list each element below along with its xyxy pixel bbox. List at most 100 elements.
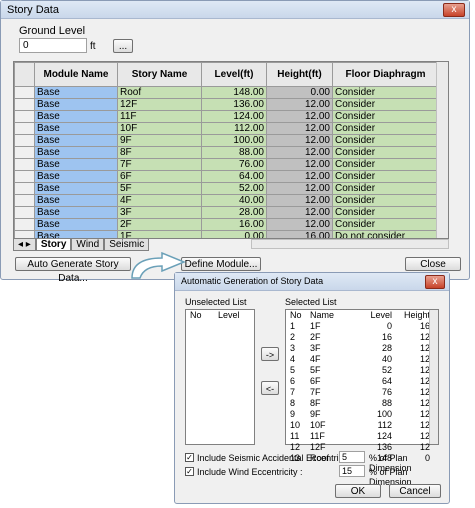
height-cell[interactable]: 12.00 — [266, 206, 333, 219]
story-cell[interactable]: 5F — [117, 182, 202, 195]
height-cell[interactable]: 16.00 — [266, 230, 333, 238]
list-item[interactable]: 4 4F 40 12 — [286, 354, 438, 365]
height-cell[interactable]: 12.00 — [266, 194, 333, 207]
height-cell[interactable]: 12.00 — [266, 170, 333, 183]
table-row[interactable]: Base 2F 16.00 12.00 Consider — [14, 218, 439, 231]
grid-vertical-scrollbar[interactable] — [436, 62, 448, 238]
tab-seismic[interactable]: Seismic — [104, 239, 150, 251]
list-item[interactable]: 8 8F 88 12 — [286, 398, 438, 409]
move-right-button[interactable]: -> — [261, 347, 279, 361]
list-item[interactable]: 6 6F 64 12 — [286, 376, 438, 387]
cancel-button[interactable]: Cancel — [389, 484, 441, 498]
table-row[interactable]: Base 4F 40.00 12.00 Consider — [14, 194, 439, 207]
height-cell[interactable]: 12.00 — [266, 182, 333, 195]
story-cell[interactable]: 2F — [117, 218, 202, 231]
module-cell[interactable]: Base — [34, 170, 118, 183]
row-selector[interactable] — [14, 146, 35, 159]
floor-cell[interactable]: Consider — [332, 146, 439, 159]
wind-eccentricity-checkbox[interactable]: ✓ — [185, 467, 194, 476]
floor-cell[interactable]: Consider — [332, 122, 439, 135]
row-selector[interactable] — [14, 98, 35, 111]
dialog-close-icon[interactable]: x — [425, 275, 445, 289]
height-cell[interactable]: 0.00 — [266, 86, 333, 99]
level-cell[interactable]: 136.00 — [201, 98, 267, 111]
table-row[interactable]: Base 9F 100.00 12.00 Consider — [14, 134, 439, 147]
ok-button[interactable]: OK — [335, 484, 381, 498]
grid-horizontal-scrollbar[interactable] — [251, 239, 449, 249]
module-cell[interactable]: Base — [34, 146, 118, 159]
wind-eccentricity-input[interactable]: 15 — [339, 465, 365, 477]
table-row[interactable]: Base 3F 28.00 12.00 Consider — [14, 206, 439, 219]
auto-generate-button[interactable]: Auto Generate Story Data... — [15, 257, 131, 284]
table-row[interactable]: Base 1F 0.00 16.00 Do not consider — [14, 230, 439, 238]
module-cell[interactable]: Base — [34, 134, 118, 147]
height-cell[interactable]: 12.00 — [266, 218, 333, 231]
level-cell[interactable]: 28.00 — [201, 206, 267, 219]
module-cell[interactable]: Base — [34, 158, 118, 171]
col-header-floor[interactable]: Floor Diaphragm — [332, 62, 439, 87]
table-row[interactable]: Base 7F 76.00 12.00 Consider — [14, 158, 439, 171]
col-header-story[interactable]: Story Name — [117, 62, 202, 87]
table-row[interactable]: Base Roof 148.00 0.00 Consider — [14, 86, 439, 99]
module-cell[interactable]: Base — [34, 86, 118, 99]
module-cell[interactable]: Base — [34, 182, 118, 195]
story-cell[interactable]: 12F — [117, 98, 202, 111]
list-item[interactable]: 11 11F 124 12 — [286, 431, 438, 442]
floor-cell[interactable]: Consider — [332, 86, 439, 99]
floor-cell[interactable]: Do not consider — [332, 230, 439, 238]
row-selector[interactable] — [14, 122, 35, 135]
floor-cell[interactable]: Consider — [332, 98, 439, 111]
table-row[interactable]: Base 5F 52.00 12.00 Consider — [14, 182, 439, 195]
unselected-list[interactable]: No Level — [185, 309, 255, 445]
col-header-height[interactable]: Height(ft) — [266, 62, 333, 87]
row-selector[interactable] — [14, 170, 35, 183]
table-row[interactable]: Base 6F 64.00 12.00 Consider — [14, 170, 439, 183]
list-item[interactable]: 5 5F 52 12 — [286, 365, 438, 376]
floor-cell[interactable]: Consider — [332, 158, 439, 171]
story-cell[interactable]: 1F — [117, 230, 202, 238]
floor-cell[interactable]: Consider — [332, 182, 439, 195]
level-cell[interactable]: 112.00 — [201, 122, 267, 135]
list-item[interactable]: 9 9F 100 12 — [286, 409, 438, 420]
col-header-module[interactable]: Module Name — [34, 62, 118, 87]
level-cell[interactable]: 0.00 — [201, 230, 267, 238]
row-selector[interactable] — [14, 230, 35, 238]
module-cell[interactable]: Base — [34, 206, 118, 219]
story-cell[interactable]: Roof — [117, 86, 202, 99]
story-cell[interactable]: 4F — [117, 194, 202, 207]
height-cell[interactable]: 12.00 — [266, 110, 333, 123]
selected-list-scrollbar[interactable] — [429, 310, 438, 444]
floor-cell[interactable]: Consider — [332, 206, 439, 219]
row-selector[interactable] — [14, 206, 35, 219]
tab-scroll-arrows[interactable]: ◂ ▸ — [13, 239, 36, 251]
col-header-level[interactable]: Level(ft) — [201, 62, 267, 87]
story-cell[interactable]: 9F — [117, 134, 202, 147]
story-cell[interactable]: 7F — [117, 158, 202, 171]
table-row[interactable]: Base 12F 136.00 12.00 Consider — [14, 98, 439, 111]
story-cell[interactable]: 11F — [117, 110, 202, 123]
ground-level-browse-button[interactable]: ... — [113, 39, 133, 53]
floor-cell[interactable]: Consider — [332, 134, 439, 147]
list-item[interactable]: 10 10F 112 12 — [286, 420, 438, 431]
level-cell[interactable]: 88.00 — [201, 146, 267, 159]
level-cell[interactable]: 52.00 — [201, 182, 267, 195]
seismic-eccentricity-checkbox[interactable]: ✓ — [185, 453, 194, 462]
tab-wind[interactable]: Wind — [71, 239, 105, 251]
module-cell[interactable]: Base — [34, 122, 118, 135]
module-cell[interactable]: Base — [34, 230, 118, 238]
story-cell[interactable]: 3F — [117, 206, 202, 219]
tab-story[interactable]: Story — [35, 239, 72, 251]
table-row[interactable]: Base 10F 112.00 12.00 Consider — [14, 122, 439, 135]
row-selector[interactable] — [14, 86, 35, 99]
floor-cell[interactable]: Consider — [332, 194, 439, 207]
move-left-button[interactable]: <- — [261, 381, 279, 395]
module-cell[interactable]: Base — [34, 194, 118, 207]
height-cell[interactable]: 12.00 — [266, 146, 333, 159]
level-cell[interactable]: 64.00 — [201, 170, 267, 183]
list-item[interactable]: 1 1F 0 16 — [286, 321, 438, 332]
row-selector[interactable] — [14, 218, 35, 231]
height-cell[interactable]: 12.00 — [266, 134, 333, 147]
module-cell[interactable]: Base — [34, 110, 118, 123]
list-item[interactable]: 3 3F 28 12 — [286, 343, 438, 354]
height-cell[interactable]: 12.00 — [266, 158, 333, 171]
